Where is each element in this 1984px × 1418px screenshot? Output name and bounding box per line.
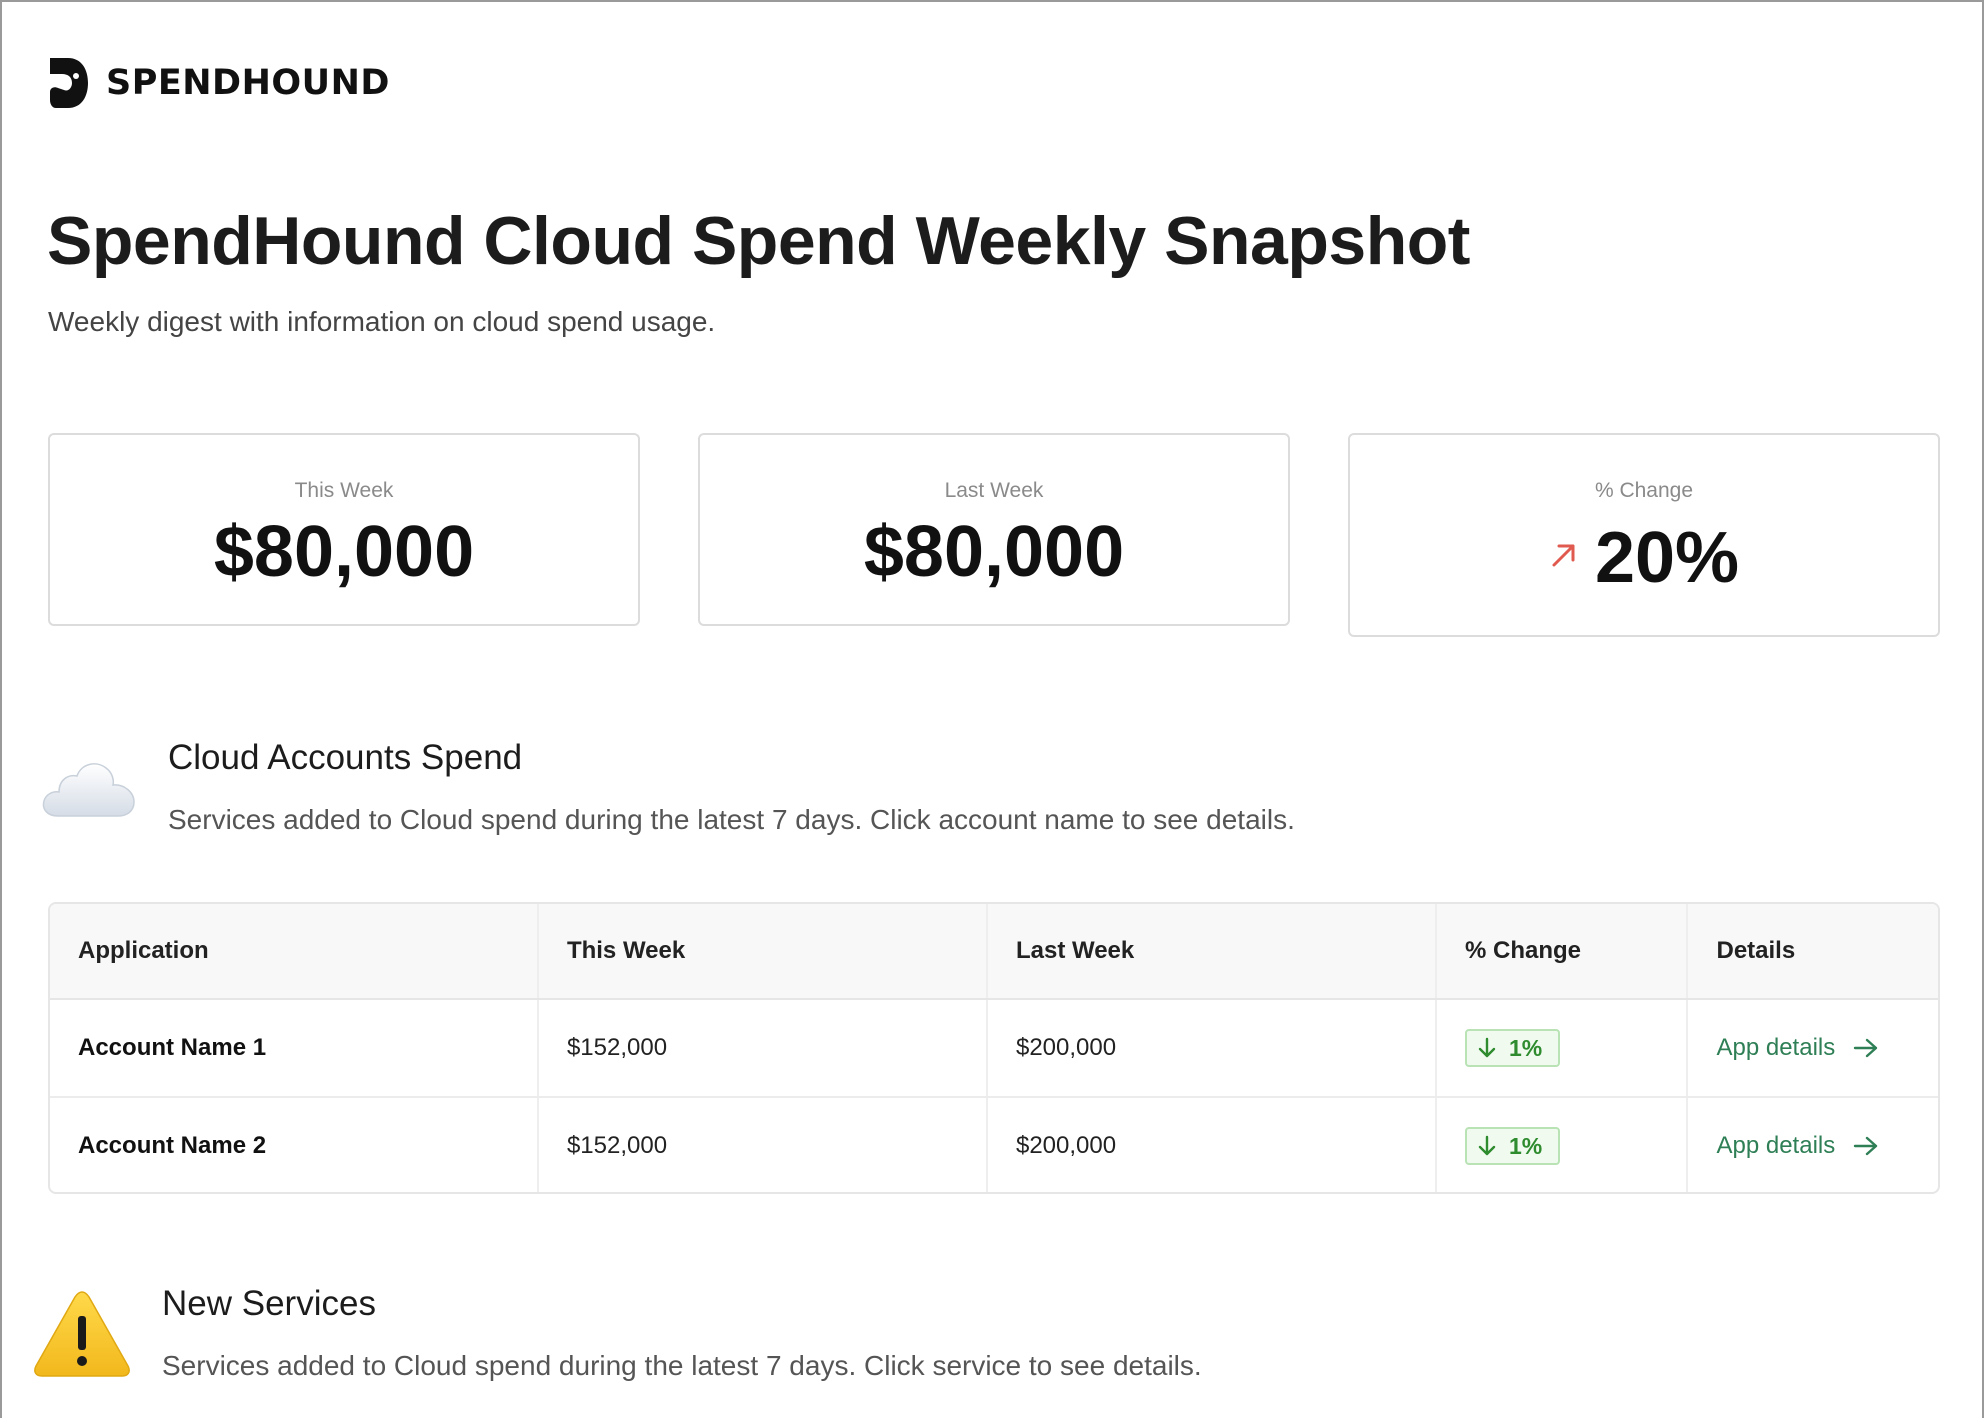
table-header-row: Application This Week Last Week % Change… xyxy=(50,904,1938,1000)
stat-change: 20% xyxy=(1350,517,1938,599)
hound-logo-icon xyxy=(50,58,88,108)
trend-up-arrow-icon xyxy=(1552,544,1575,567)
stat-value: $80,000 xyxy=(863,512,1125,592)
account-name-link[interactable]: Account Name 2 xyxy=(78,1132,266,1160)
stat-label: % Change xyxy=(1594,479,1694,502)
stat-card-this-week: This Week $80,000 xyxy=(48,433,640,626)
column-header: Application xyxy=(50,904,539,998)
arrow-down-icon xyxy=(1478,1037,1496,1058)
stat-value: $80,000 xyxy=(213,512,475,592)
table-row: Account Name 1 $152,000 $200,000 1% App … xyxy=(50,1000,1938,1098)
stat-value: 20% xyxy=(1594,518,1740,598)
stat-label: This Week xyxy=(294,479,394,502)
table-row: Account Name 2 $152,000 $200,000 1% App … xyxy=(50,1098,1938,1192)
app-details-link[interactable]: App details xyxy=(1716,1132,1879,1160)
email-frame: SPENDHOUND SpendHound Cloud Spend Weekly… xyxy=(0,0,1984,1418)
section-description-new-services: Services added to Cloud spend during the… xyxy=(162,1350,1202,1381)
warning-icon xyxy=(34,1291,130,1377)
arrow-down-icon xyxy=(1478,1135,1496,1156)
column-header: % Change xyxy=(1437,904,1689,998)
page-subtitle: Weekly digest with information on cloud … xyxy=(48,306,716,337)
section-title-new-services: New Services xyxy=(162,1284,376,1323)
last-week-value: $200,000 xyxy=(1015,1132,1117,1159)
this-week-value: $152,000 xyxy=(566,1034,668,1061)
column-header: Details xyxy=(1716,937,1796,964)
stat-label: Last Week xyxy=(944,479,1044,502)
arrow-right-icon xyxy=(1854,1136,1878,1156)
last-week-value: $200,000 xyxy=(1015,1034,1117,1061)
stat-card-last-week: Last Week $80,000 xyxy=(698,433,1290,626)
column-header: Last Week xyxy=(988,904,1437,998)
change-badge: 1% xyxy=(1465,1127,1561,1165)
column-header: This Week xyxy=(539,904,988,998)
cloud-accounts-table: Application This Week Last Week % Change… xyxy=(48,902,1940,1194)
this-week-value: $152,000 xyxy=(566,1132,668,1159)
stat-card-percent-change: % Change 20% xyxy=(1348,433,1940,637)
section-description-cloud-accounts: Services added to Cloud spend during the… xyxy=(168,804,1295,835)
account-name-link[interactable]: Account Name 1 xyxy=(78,1034,266,1062)
cloud-icon xyxy=(42,763,135,817)
arrow-right-icon xyxy=(1854,1038,1878,1058)
section-title-cloud-accounts: Cloud Accounts Spend xyxy=(168,738,523,777)
brand-logo[interactable]: SPENDHOUND xyxy=(46,54,390,112)
app-details-link[interactable]: App details xyxy=(1716,1034,1879,1062)
change-badge: 1% xyxy=(1465,1029,1561,1067)
brand-name: SPENDHOUND xyxy=(106,63,390,103)
page-title: SpendHound Cloud Spend Weekly Snapshot xyxy=(47,203,1470,279)
